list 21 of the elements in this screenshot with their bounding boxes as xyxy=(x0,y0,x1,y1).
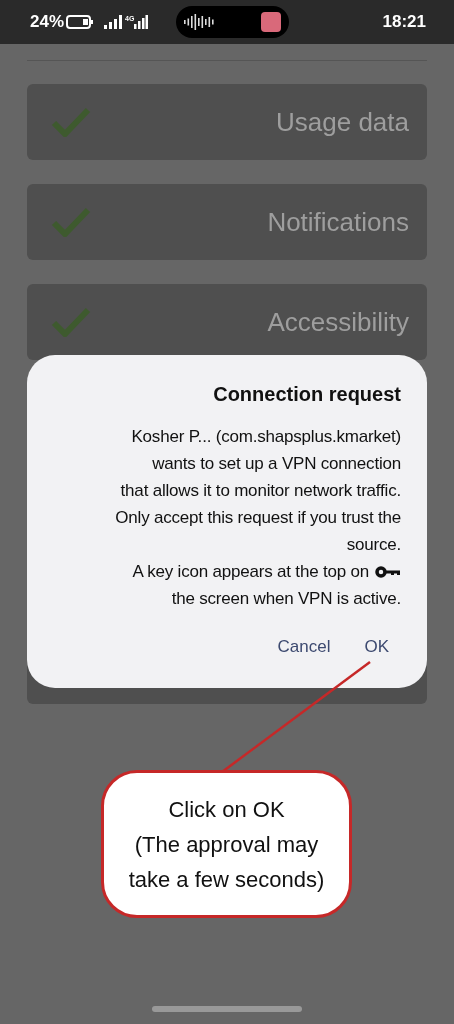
signal-icon xyxy=(104,15,123,29)
permission-label: Usage data xyxy=(276,105,409,139)
dialog-title: Connection request xyxy=(213,382,401,407)
permission-card[interactable]: Usage data xyxy=(27,84,427,160)
key-icon xyxy=(375,565,401,578)
dialog-message: Kosher P... (com.shapsplus.kmarket) wants to set up a VPN connection that allows it to monitor network traffic. Only accept this request if you trust the source. xyxy=(115,426,401,556)
permission-card[interactable]: Notifications xyxy=(27,184,427,260)
cancel-button[interactable]: Cancel xyxy=(275,634,333,660)
battery-icon xyxy=(66,15,95,29)
callout-text: Click on OK (The approval may take a few seconds) xyxy=(128,795,325,894)
waveform-icon xyxy=(184,14,217,30)
dialog-notice: A key icon appears at the top on xyxy=(132,561,369,583)
battery-percent: 24% xyxy=(30,11,65,34)
app-icon xyxy=(261,12,282,32)
permission-label: Accessibility xyxy=(267,305,409,339)
dialog-notice: the screen when VPN is active. xyxy=(171,588,401,610)
clock: 18:21 xyxy=(382,11,426,34)
ok-button[interactable]: OK xyxy=(362,634,391,660)
permission-card[interactable]: Accessibility xyxy=(27,284,427,360)
permission-label: Notifications xyxy=(267,205,409,239)
signal-icon xyxy=(134,15,149,29)
